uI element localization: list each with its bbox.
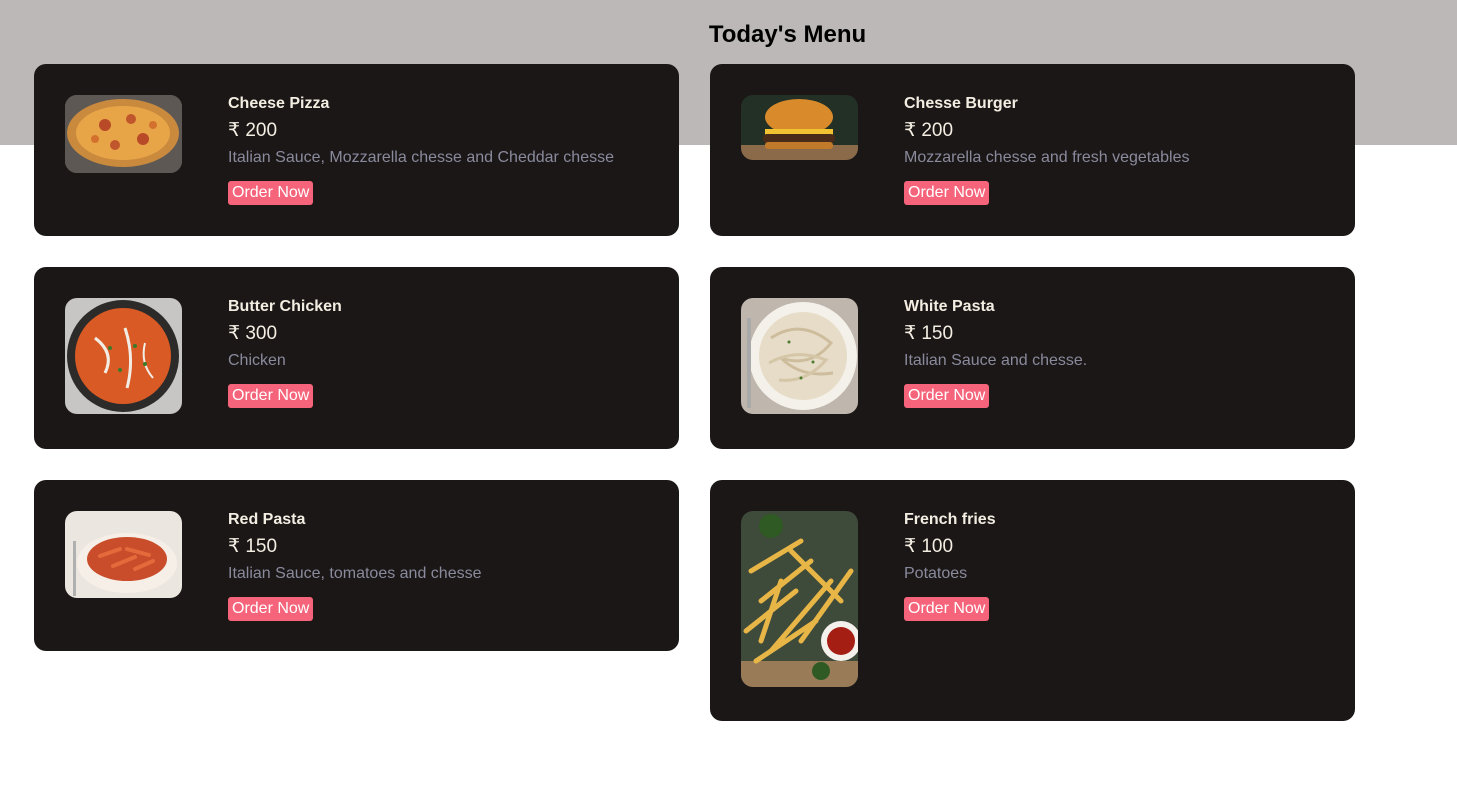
item-price: ₹ 150 [904, 323, 954, 344]
item-info: Red Pasta ₹ 150 Italian Sauce, tomatoes … [228, 510, 482, 621]
menu-card-white-pasta: White Pasta ₹ 150 Italian Sauce and ches… [710, 267, 1355, 449]
item-price: ₹ 150 [228, 536, 278, 557]
item-name: White Pasta [904, 298, 995, 315]
item-name: Red Pasta [228, 511, 306, 528]
item-name: Butter Chicken [228, 298, 342, 315]
menu-card-french-fries: French fries ₹ 100 Potatoes Order Now [710, 480, 1355, 721]
butter-chicken-image [65, 298, 182, 414]
menu-card-red-pasta: Red Pasta ₹ 150 Italian Sauce, tomatoes … [34, 480, 679, 651]
item-description: Italian Sauce and chesse. [904, 352, 1088, 369]
red-pasta-image [65, 511, 182, 598]
item-info: White Pasta ₹ 150 Italian Sauce and ches… [904, 297, 1087, 408]
menu-card-chesse-burger: Chesse Burger ₹ 200 Mozzarella chesse an… [710, 64, 1355, 236]
french-fries-image [741, 511, 858, 687]
order-now-button[interactable]: Order Now [904, 181, 990, 205]
item-description: Chicken [228, 352, 286, 369]
menu-grid: Cheese Pizza ₹ 200 Italian Sauce, Mozzar… [0, 0, 1457, 795]
item-description: Italian Sauce, tomatoes and chesse [228, 565, 482, 582]
item-info: French fries ₹ 100 Potatoes Order Now [904, 510, 996, 621]
order-now-button[interactable]: Order Now [228, 384, 314, 408]
item-description: Potatoes [904, 565, 968, 582]
item-info: Cheese Pizza ₹ 200 Italian Sauce, Mozzar… [228, 94, 614, 205]
item-name: Chesse Burger [904, 95, 1018, 112]
item-description: Mozzarella chesse and fresh vegetables [904, 149, 1190, 166]
item-name: Cheese Pizza [228, 95, 330, 112]
pizza-image [65, 95, 182, 173]
item-description: Italian Sauce, Mozzarella chesse and Che… [228, 149, 614, 166]
item-name: French fries [904, 511, 996, 528]
menu-card-butter-chicken: Butter Chicken ₹ 300 Chicken Order Now [34, 267, 679, 449]
item-info: Butter Chicken ₹ 300 Chicken Order Now [228, 297, 342, 408]
item-price: ₹ 200 [228, 120, 278, 141]
menu-card-cheese-pizza: Cheese Pizza ₹ 200 Italian Sauce, Mozzar… [34, 64, 679, 236]
order-now-button[interactable]: Order Now [904, 384, 990, 408]
order-now-button[interactable]: Order Now [228, 597, 314, 621]
order-now-button[interactable]: Order Now [904, 597, 990, 621]
item-price: ₹ 200 [904, 120, 954, 141]
item-price: ₹ 300 [228, 323, 278, 344]
item-info: Chesse Burger ₹ 200 Mozzarella chesse an… [904, 94, 1190, 205]
white-pasta-image [741, 298, 858, 414]
burger-image [741, 95, 858, 160]
item-price: ₹ 100 [904, 536, 954, 557]
order-now-button[interactable]: Order Now [228, 181, 314, 205]
